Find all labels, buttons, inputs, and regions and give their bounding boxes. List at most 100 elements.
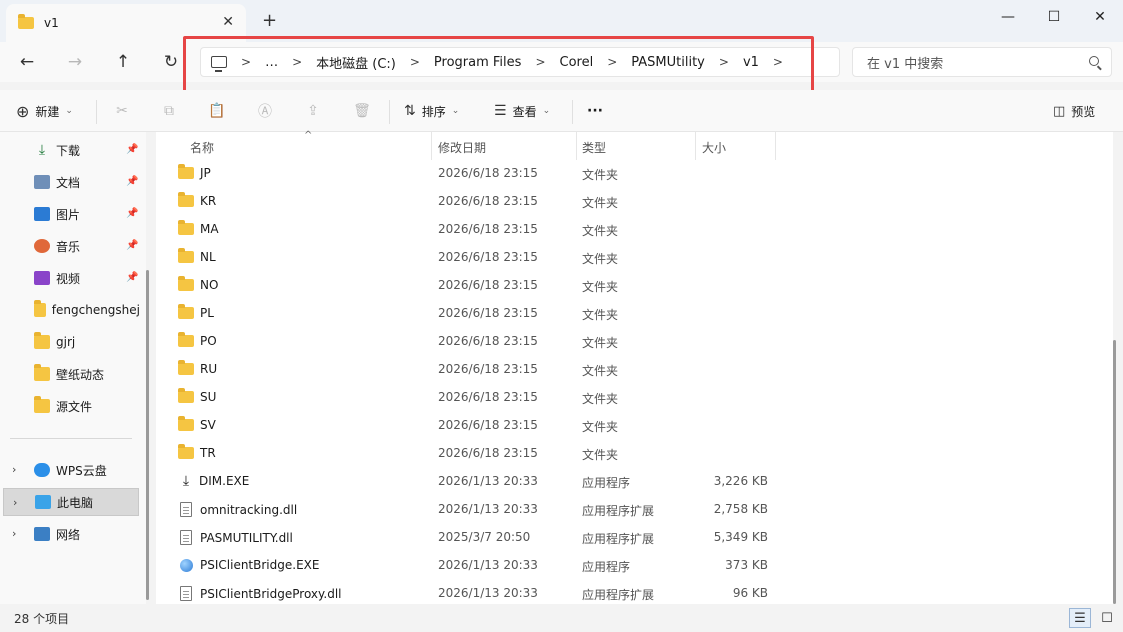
name-cell[interactable]: PASMUTILITY.dll [178,530,293,545]
sidebar-item-label: 视频 [56,271,81,286]
cut-button[interactable]: ✂ [113,100,131,122]
sort-button[interactable]: ⇅ 排序 ⌄ [404,100,459,122]
minimize-button[interactable]: — [985,2,1031,32]
view-button[interactable]: ☰ 查看 ⌄ [494,100,550,122]
sidebar-item-downloads[interactable]: ⤓ 下载 📌 [0,136,140,164]
name-cell[interactable]: SV [178,416,216,432]
breadcrumb-overflow[interactable]: … [265,55,278,70]
table-row[interactable]: PSIClientBridge.EXE 2026/1/13 20:33 应用程序 37… [156,552,1113,580]
chevron-right-icon[interactable]: › [12,463,16,476]
name-cell[interactable]: MA [178,220,219,236]
sidebar-item-fengchengshej[interactable]: fengchengshej [0,296,140,324]
new-button[interactable]: ⊕ 新建 ⌄ [16,100,73,122]
column-divider[interactable] [775,132,776,160]
chevron-right-icon[interactable]: › [13,496,17,509]
file-list: ^ 名称 修改日期 类型 大小 JP 2026/6/18 23:15 文件夹 KR 20… [156,130,1113,604]
modified-date: 2026/6/18 23:15 [438,194,538,208]
name-cell[interactable]: PSIClientBridge.EXE [178,558,319,572]
name-cell[interactable]: omnitracking.dll [178,502,297,517]
modified-date: 2025/3/7 20:50 [438,530,531,544]
breadcrumb-separator: > [241,55,252,69]
app-icon [180,558,193,572]
breadcrumb-separator[interactable]: > [773,55,783,69]
paste-button[interactable]: 📋 [208,100,226,122]
table-row[interactable]: MA 2026/6/18 23:15 文件夹 [156,216,1113,244]
chevron-right-icon[interactable]: › [12,527,16,540]
forward-button[interactable]: → [61,50,89,74]
breadcrumb-pasmutility[interactable]: PASMUtility [631,55,705,70]
sidebar-item-this-pc[interactable]: › 此电脑 [3,488,139,516]
name-cell[interactable]: JP [178,164,211,180]
table-row[interactable]: NO 2026/6/18 23:15 文件夹 [156,272,1113,300]
table-row[interactable]: PL 2026/6/18 23:15 文件夹 [156,300,1113,328]
breadcrumb-drive[interactable]: 本地磁盘 (C:) [316,53,396,72]
file-name: omnitracking.dll [200,502,298,517]
sidebar-item-gjrj[interactable]: gjrj [0,328,140,356]
column-header-date[interactable]: 修改日期 [438,132,486,162]
table-row[interactable]: TR 2026/6/18 23:15 文件夹 [156,440,1113,468]
file-size: 96 KB [732,586,768,600]
column-header-type[interactable]: 类型 [582,132,606,162]
tab-v1[interactable]: v1 ✕ [6,4,246,42]
name-cell[interactable]: ⤓ DIM.EXE [178,473,249,489]
sidebar-item-music[interactable]: 音乐 📌 [0,232,140,260]
details-view-button[interactable]: ☰ [1069,608,1091,628]
file-name: PASMUTILITY.dll [200,530,293,545]
table-row[interactable]: PO 2026/6/18 23:15 文件夹 [156,328,1113,356]
breadcrumb-v1[interactable]: v1 [743,55,759,70]
sidebar-scrollbar[interactable] [146,270,149,600]
table-row[interactable]: omnitracking.dll 2026/1/13 20:33 应用程序扩展 2,7… [156,496,1113,524]
name-cell[interactable]: NO [178,276,218,292]
table-row[interactable]: ⤓ DIM.EXE 2026/1/13 20:33 应用程序 3,226 KB [156,468,1113,496]
sidebar-item-videos[interactable]: 视频 📌 [0,264,140,292]
table-row[interactable]: NL 2026/6/18 23:15 文件夹 [156,244,1113,272]
rename-button[interactable]: Ⓐ [256,100,274,122]
new-tab-button[interactable]: + [262,10,277,31]
copy-button[interactable]: ⧉ [160,100,178,122]
name-cell[interactable]: SU [178,388,216,404]
breadcrumb-program-files[interactable]: Program Files [434,55,522,70]
search-input[interactable]: 在 v1 中搜索 [852,47,1112,77]
column-divider[interactable] [576,132,577,160]
file-list-scrollbar[interactable] [1113,340,1116,604]
sidebar-item-network[interactable]: › 网络 [0,520,140,548]
breadcrumb-corel[interactable]: Corel [560,55,594,70]
back-button[interactable]: ← [13,50,41,74]
name-cell[interactable]: RU [178,360,217,376]
up-button[interactable]: ↑ [109,50,137,74]
sidebar-item-source-files[interactable]: 源文件 [0,392,140,420]
folder-icon [178,360,194,375]
table-row[interactable]: PASMUTILITY.dll 2025/3/7 20:50 应用程序扩展 5,349… [156,524,1113,552]
tiles-view-button[interactable]: ☐ [1096,608,1118,628]
name-cell[interactable]: TR [178,444,216,460]
table-row[interactable]: KR 2026/6/18 23:15 文件夹 [156,188,1113,216]
table-row[interactable]: SV 2026/6/18 23:15 文件夹 [156,412,1113,440]
close-button[interactable]: ✕ [1077,2,1123,32]
folder-icon [34,332,50,349]
name-cell[interactable]: KR [178,192,216,208]
tab-close-button[interactable]: ✕ [222,14,234,30]
column-header-size[interactable]: 大小 [702,132,726,162]
column-header-name[interactable]: 名称 [190,132,214,162]
name-cell[interactable]: PSIClientBridgeProxy.dll [178,586,342,601]
table-row[interactable]: SU 2026/6/18 23:15 文件夹 [156,384,1113,412]
delete-button[interactable]: 🗑 [353,100,371,122]
file-size: 3,226 KB [713,474,768,488]
sidebar-item-documents[interactable]: 文档 📌 [0,168,140,196]
address-bar[interactable]: > … > 本地磁盘 (C:) > Program Files > Corel … [200,47,840,77]
sidebar-item-pictures[interactable]: 图片 📌 [0,200,140,228]
name-cell[interactable]: NL [178,248,216,264]
name-cell[interactable]: PL [178,304,214,320]
sidebar-item-wps-cloud[interactable]: › WPS云盘 [0,456,140,484]
more-options-button[interactable]: ··· [587,100,603,122]
refresh-button[interactable]: ↻ [157,50,185,74]
name-cell[interactable]: PO [178,332,217,348]
share-button[interactable]: ⇪ [304,100,322,122]
sidebar-item-wallpaper[interactable]: 壁纸动态 [0,360,140,388]
column-divider[interactable] [431,132,432,160]
preview-button[interactable]: ◫ 预览 [1053,100,1095,122]
maximize-button[interactable]: ☐ [1031,2,1077,32]
column-divider[interactable] [695,132,696,160]
table-row[interactable]: RU 2026/6/18 23:15 文件夹 [156,356,1113,384]
table-row[interactable]: JP 2026/6/18 23:15 文件夹 [156,160,1113,188]
